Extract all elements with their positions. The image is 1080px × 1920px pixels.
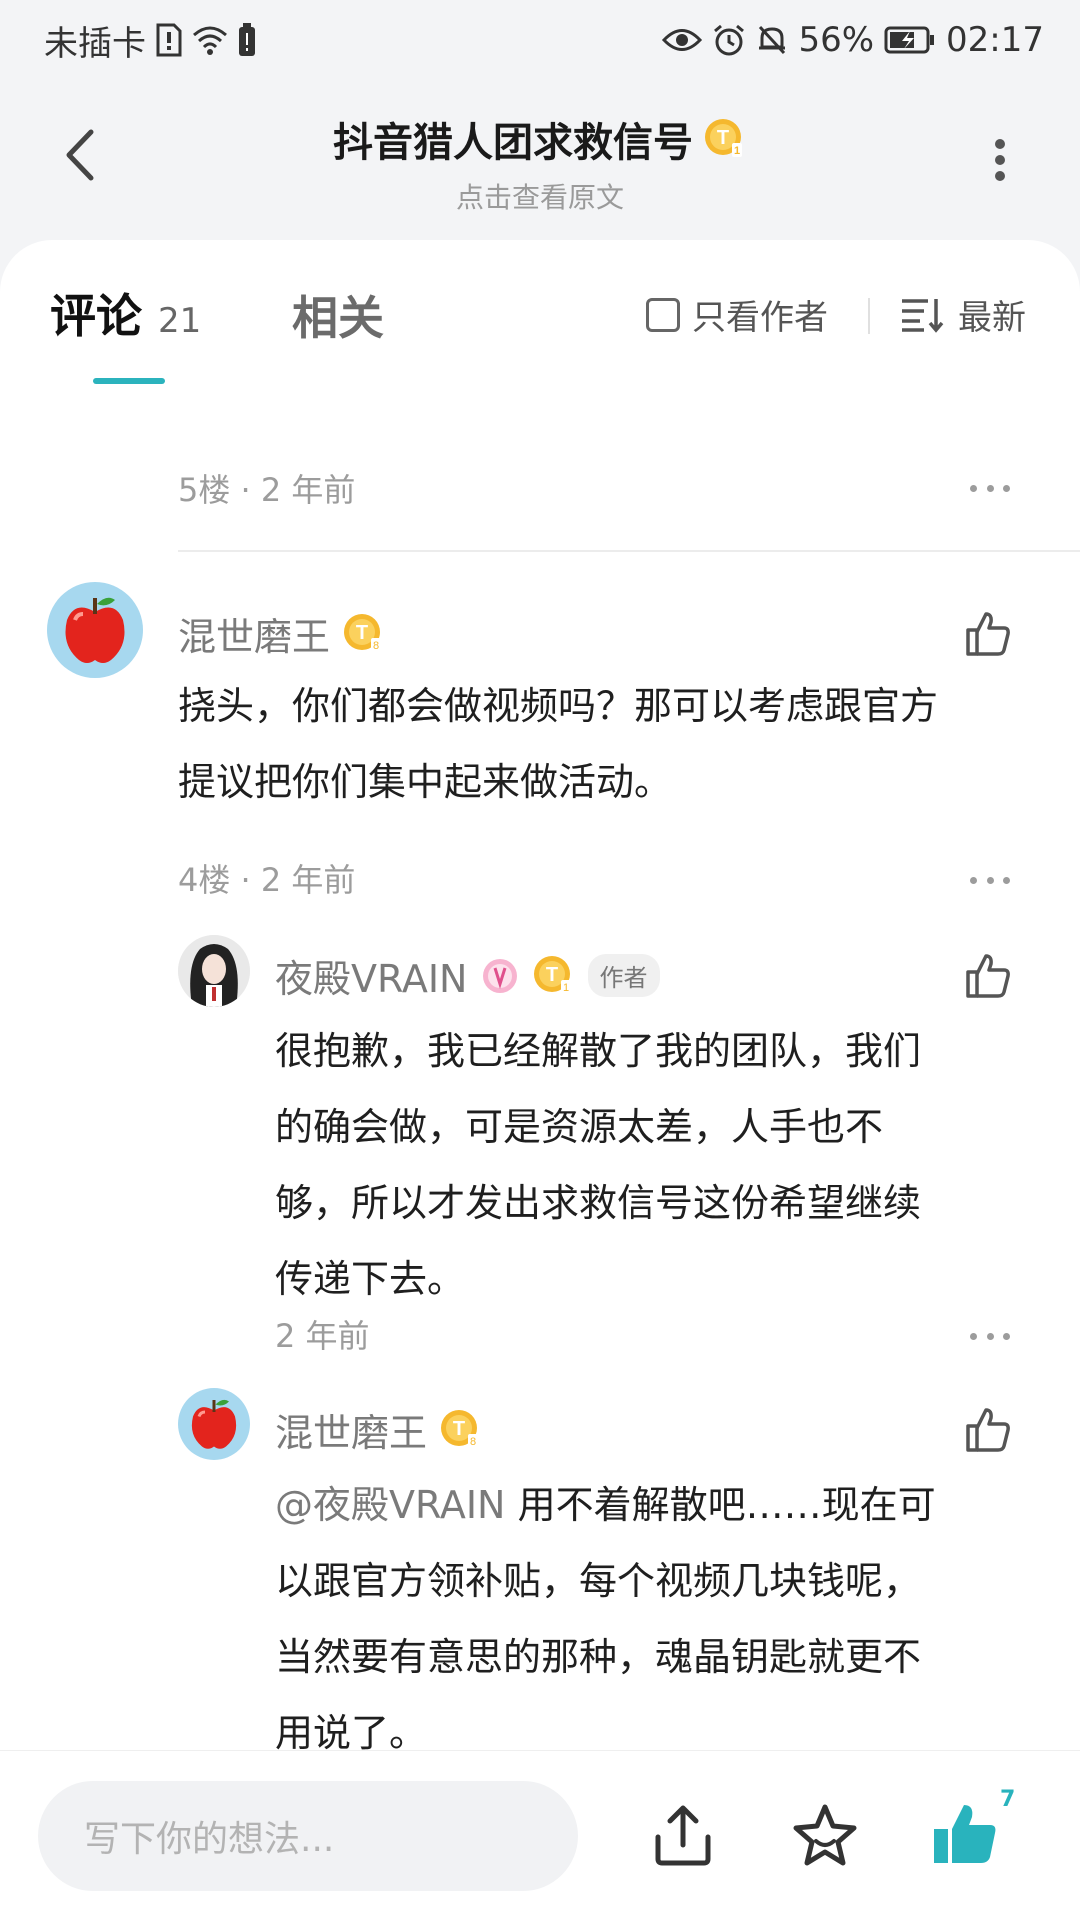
bottom-action-bar: 写下你的想法... 7: [0, 1750, 1080, 1920]
floor-divider: [178, 550, 1080, 552]
svg-text:8: 8: [373, 640, 379, 652]
favorite-button[interactable]: [790, 1801, 860, 1871]
reply-more-button[interactable]: [970, 1330, 1010, 1342]
reply-text: @夜殿VRAIN 用不着解散吧……现在可 以跟官方领补贴，每个视频几块钱呢， 当…: [275, 1483, 936, 1750]
share-icon: [655, 1805, 711, 1866]
apple-avatar-icon: [191, 1399, 237, 1449]
view-original-link[interactable]: 点击查看原文: [0, 176, 1080, 216]
carrier-label: 未插卡: [44, 23, 146, 64]
like-button[interactable]: [964, 952, 1012, 1000]
alarm-icon: [712, 23, 746, 57]
apple-avatar-icon: [65, 597, 125, 663]
floor-meta-5: 5楼 · 2 年前: [178, 471, 356, 509]
floor-number: 4楼: [178, 861, 231, 899]
status-bar: 未插卡 56% 02:17: [0, 0, 1080, 80]
tab-comments[interactable]: 评论 21: [50, 280, 201, 346]
svg-text:T: T: [356, 622, 368, 644]
level-badge-icon: T8: [342, 612, 386, 656]
comment-text: 挠头，你们都会做视频吗？那可以考虑跟官方 提议把你们集中起来做活动。: [178, 684, 939, 804]
sort-label: 最新: [958, 298, 1026, 338]
sort-button[interactable]: 最新: [900, 290, 1026, 339]
floor4-more-button[interactable]: [970, 874, 1010, 886]
character-avatar-icon: [178, 935, 250, 1007]
page-title: 抖音猎人团求救信号: [333, 120, 693, 166]
active-tab-indicator: [93, 378, 165, 384]
level-badge-icon: T8: [439, 1408, 483, 1452]
thumbs-up-icon: [966, 954, 1010, 998]
like-button[interactable]: [964, 1406, 1012, 1454]
svg-text:T: T: [717, 127, 729, 149]
svg-text:T: T: [545, 964, 557, 986]
eye-icon: [662, 27, 703, 53]
comments-count: 21: [158, 301, 202, 341]
anime-badge-icon: [480, 956, 520, 996]
thumbs-up-icon: [966, 612, 1010, 656]
svg-text:1: 1: [734, 145, 740, 157]
level-badge-icon: T1: [532, 954, 576, 998]
comment-author[interactable]: 夜殿VRAIN T1 作者: [275, 948, 660, 1003]
author-tag: 作者: [587, 954, 660, 997]
divider: [868, 298, 870, 334]
floor-time: 2 年前: [260, 471, 356, 509]
author-only-checkbox[interactable]: [646, 297, 680, 332]
sim-alert-icon: [156, 23, 182, 57]
battery-charging-icon: [884, 25, 936, 55]
avatar[interactable]: [178, 1388, 250, 1460]
reply-text: 很抱歉，我已经解散了我的团队，我们 的确会做，可是资源太差，人手也不 够，所以才…: [275, 1029, 922, 1301]
svg-text:8: 8: [470, 1436, 476, 1448]
level-badge-icon: T1: [703, 117, 747, 161]
author-only-toggle[interactable]: 只看作者: [646, 290, 828, 339]
svg-text:1: 1: [562, 982, 568, 994]
battery-alert-icon: [238, 23, 256, 57]
clock-time: 02:17: [946, 20, 1044, 60]
like-button[interactable]: [964, 610, 1012, 658]
battery-percent: 56%: [798, 20, 875, 60]
floor5-more-button[interactable]: [970, 482, 1010, 494]
comment-author[interactable]: 混世磨王 T8: [275, 1402, 483, 1457]
mute-bell-icon: [756, 23, 788, 57]
comment-author[interactable]: 混世磨王 T8: [178, 606, 386, 661]
wifi-icon: [192, 25, 228, 55]
vertical-dots-icon: [995, 139, 1005, 181]
header-title-block[interactable]: 抖音猎人团求救信号 T1 点击查看原文: [0, 110, 1080, 216]
thumbs-up-filled-icon: [934, 1805, 996, 1863]
star-icon: [793, 1804, 857, 1866]
like-count: 7: [1000, 1787, 1016, 1812]
like-post-button[interactable]: [930, 1799, 1000, 1869]
thumbs-up-icon: [966, 1408, 1010, 1452]
tab-related[interactable]: 相关: [292, 282, 384, 348]
tab-bar: 评论 21 相关 只看作者 最新: [0, 240, 1080, 400]
floor-meta-4: 4楼 · 2 年前: [178, 861, 356, 899]
username: 夜殿VRAIN: [275, 957, 468, 1001]
reply-time: 2 年前: [275, 1317, 370, 1355]
author-only-label: 只看作者: [692, 298, 828, 338]
avatar[interactable]: [178, 935, 250, 1007]
username: 混世磨王: [275, 1411, 428, 1455]
share-button[interactable]: [648, 1801, 718, 1871]
tab-comments-label: 评论: [50, 289, 142, 343]
sort-icon: [902, 298, 944, 333]
avatar[interactable]: [47, 582, 143, 678]
svg-text:T: T: [453, 1418, 465, 1440]
page-header: 抖音猎人团求救信号 T1 点击查看原文: [0, 100, 1080, 230]
comment-input[interactable]: 写下你的想法...: [38, 1781, 578, 1891]
comments-panel: 评论 21 相关 只看作者 最新 5楼 · 2 年前 混世磨王 T8 挠头，你们…: [0, 240, 1080, 1750]
mention-link[interactable]: @夜殿VRAIN: [275, 1483, 506, 1527]
floor-number: 5楼: [178, 471, 231, 509]
username: 混世磨王: [178, 615, 331, 659]
floor-time: 2 年前: [260, 861, 356, 899]
more-options-button[interactable]: [980, 130, 1020, 190]
